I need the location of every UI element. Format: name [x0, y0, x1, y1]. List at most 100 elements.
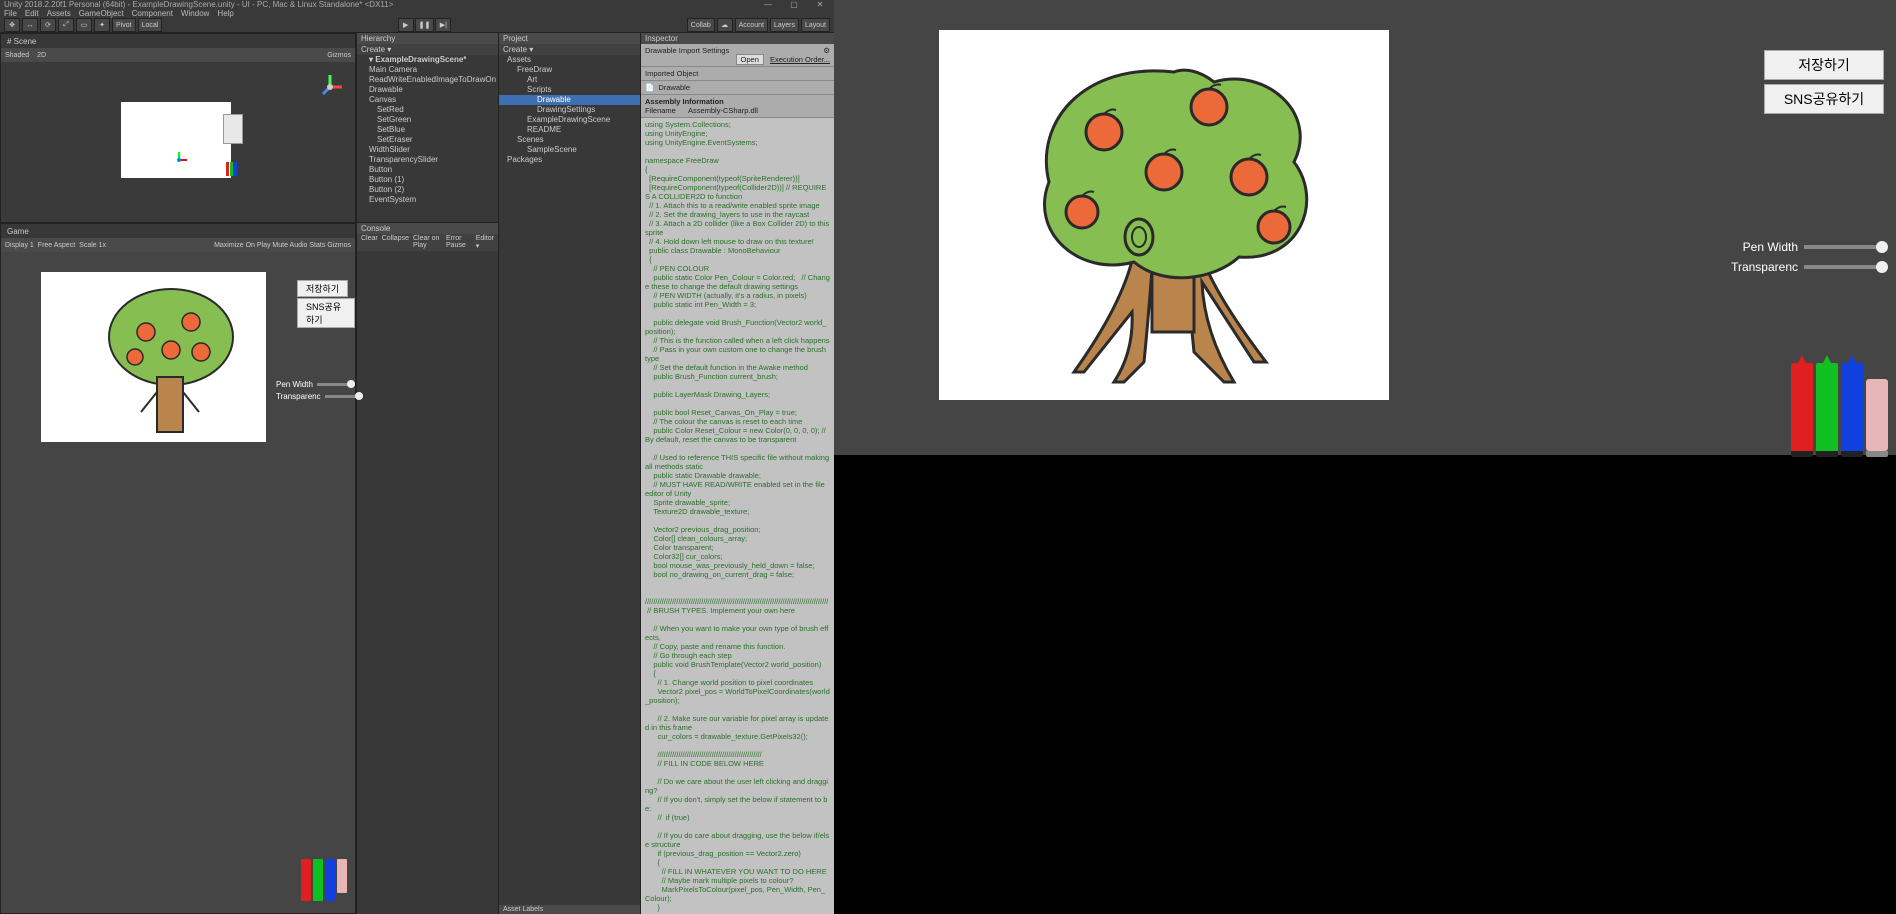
menu-window[interactable]: Window	[181, 9, 209, 18]
hierarchy-item[interactable]: Button (1)	[357, 175, 498, 185]
rect-tool-icon[interactable]: ▭	[76, 18, 92, 32]
green-marker-mini[interactable]	[313, 859, 323, 901]
markers-mini	[301, 859, 347, 901]
scene-viewport[interactable]	[1, 62, 355, 222]
hierarchy-item[interactable]: Button (2)	[357, 185, 498, 195]
blue-marker[interactable]	[1841, 363, 1863, 451]
menu-gameobject[interactable]: GameObject	[79, 9, 124, 18]
app-runtime: 저장하기 SNS공유하기 Pen Width Transparenc	[834, 0, 1896, 455]
pen-width-slider[interactable]: Pen Width	[1743, 240, 1884, 254]
project-item[interactable]: Assets	[499, 55, 640, 65]
inspector-gear-icon[interactable]: ⚙	[823, 46, 830, 55]
scene-tab[interactable]: # Scene	[1, 37, 42, 46]
console-clear[interactable]: Clear	[361, 235, 378, 250]
eraser-tool[interactable]	[1866, 379, 1888, 451]
project-item[interactable]: DrawingSettings	[499, 105, 640, 115]
move-tool-icon[interactable]: ↔	[22, 18, 38, 32]
hierarchy-item[interactable]: SetEraser	[357, 135, 498, 145]
transparency-label: Transparenc	[1731, 260, 1798, 274]
execution-order-link[interactable]: Execution Order...	[770, 55, 830, 64]
transparency-slider[interactable]: Transparenc	[1731, 260, 1884, 274]
menu-file[interactable]: File	[4, 9, 17, 18]
project-item[interactable]: ExampleDrawingScene	[499, 115, 640, 125]
hierarchy-item[interactable]: WidthSlider	[357, 145, 498, 155]
hierarchy-create[interactable]: Create ▾	[357, 44, 498, 55]
close-icon[interactable]: ✕	[810, 0, 830, 9]
hierarchy-item[interactable]: TransparencySlider	[357, 155, 498, 165]
project-item[interactable]: FreeDraw	[499, 65, 640, 75]
project-item[interactable]: SampleScene	[499, 145, 640, 155]
hierarchy-item[interactable]: Button	[357, 165, 498, 175]
console-panel: Console Clear Collapse Clear on Play Err…	[357, 223, 498, 914]
hierarchy-item[interactable]: EventSystem	[357, 195, 498, 205]
save-button[interactable]: 저장하기	[1764, 50, 1884, 80]
cloud-icon[interactable]: ☁	[717, 18, 733, 32]
hierarchy-item[interactable]: SetBlue	[357, 125, 498, 135]
shaded-dropdown[interactable]: Shaded	[5, 52, 29, 59]
console-error-pause[interactable]: Error Pause	[446, 235, 472, 250]
menubar[interactable]: File Edit Assets GameObject Component Wi…	[0, 9, 834, 18]
project-item[interactable]: Scenes	[499, 135, 640, 145]
gizmos-dropdown[interactable]: Gizmos	[327, 52, 351, 59]
transparency-slider-mini[interactable]: Transparenc	[276, 392, 363, 401]
console-editor[interactable]: Editor ▾	[476, 235, 494, 250]
game-toolbar-right[interactable]: Maximize On Play Mute Audio Stats Gizmos	[214, 242, 351, 249]
transform-gizmo-icon[interactable]	[171, 152, 187, 168]
minimize-icon[interactable]: —	[758, 0, 778, 9]
hierarchy-scene[interactable]: ▾ ExampleDrawingScene*	[357, 55, 498, 65]
open-button[interactable]: Open	[736, 54, 764, 65]
maximize-icon[interactable]: ▢	[784, 0, 804, 9]
layers-button[interactable]: Layers	[770, 18, 799, 32]
green-marker[interactable]	[1816, 363, 1838, 451]
hierarchy-item[interactable]: Main Camera	[357, 65, 498, 75]
hierarchy-item[interactable]: Canvas	[357, 95, 498, 105]
transform-tool-icon[interactable]: ✦	[94, 18, 110, 32]
menu-help[interactable]: Help	[217, 9, 233, 18]
titlebar: Unity 2018.2.20f1 Personal (64bit) - Exa…	[0, 0, 834, 9]
console-collapse[interactable]: Collapse	[382, 235, 409, 250]
project-item[interactable]: Art	[499, 75, 640, 85]
red-marker-mini[interactable]	[301, 859, 311, 901]
project-item[interactable]: Drawable	[499, 95, 640, 105]
share-button[interactable]: SNS공유하기	[1764, 84, 1884, 114]
scale-slider[interactable]: Scale 1x	[79, 242, 106, 249]
menu-assets[interactable]: Assets	[47, 9, 71, 18]
hierarchy-item[interactable]: ReadWriteEnabledImageToDrawOn	[357, 75, 498, 85]
hierarchy-item[interactable]: SetGreen	[357, 115, 498, 125]
menu-edit[interactable]: Edit	[25, 9, 39, 18]
display-dropdown[interactable]: Display 1	[5, 242, 34, 249]
console-clear-on-play[interactable]: Clear on Play	[413, 235, 442, 250]
eraser-mini[interactable]	[337, 859, 347, 893]
local-button[interactable]: Local	[138, 18, 163, 32]
menu-component[interactable]: Component	[132, 9, 173, 18]
hierarchy-item[interactable]: SetRed	[357, 105, 498, 115]
blue-marker-mini[interactable]	[325, 859, 335, 901]
project-create[interactable]: Create ▾	[499, 44, 640, 55]
pause-icon[interactable]: ❚❚	[415, 18, 435, 32]
share-button-mini[interactable]: SNS공유하기	[297, 298, 355, 328]
pivot-button[interactable]: Pivot	[112, 18, 136, 32]
pen-width-slider-mini[interactable]: Pen Width	[276, 380, 355, 389]
aspect-dropdown[interactable]: Free Aspect	[38, 242, 75, 249]
hierarchy-title: Hierarchy	[357, 33, 498, 44]
orientation-gizmo-icon[interactable]	[315, 72, 345, 102]
red-marker[interactable]	[1791, 363, 1813, 451]
play-icon[interactable]: ▶	[398, 18, 414, 32]
layout-button[interactable]: Layout	[801, 18, 830, 32]
project-item[interactable]: Packages	[499, 155, 640, 165]
step-icon[interactable]: ▶|	[435, 18, 451, 32]
hand-tool-icon[interactable]: ✥	[4, 18, 20, 32]
collab-button[interactable]: Collab	[687, 18, 715, 32]
rotate-tool-icon[interactable]: ⟳	[40, 18, 56, 32]
console-title: Console	[357, 223, 498, 234]
game-tab[interactable]: Game	[1, 227, 35, 236]
account-button[interactable]: Account	[735, 18, 768, 32]
project-item[interactable]: Scripts	[499, 85, 640, 95]
scale-tool-icon[interactable]: ⤢	[58, 18, 74, 32]
game-viewport[interactable]: 저장하기 SNS공유하기 Pen Width Transparenc	[1, 252, 355, 913]
2d-toggle[interactable]: 2D	[37, 52, 46, 59]
save-button-mini[interactable]: 저장하기	[297, 280, 348, 297]
scene-buttons-panel	[223, 114, 243, 144]
hierarchy-item[interactable]: Drawable	[357, 85, 498, 95]
project-item[interactable]: README	[499, 125, 640, 135]
